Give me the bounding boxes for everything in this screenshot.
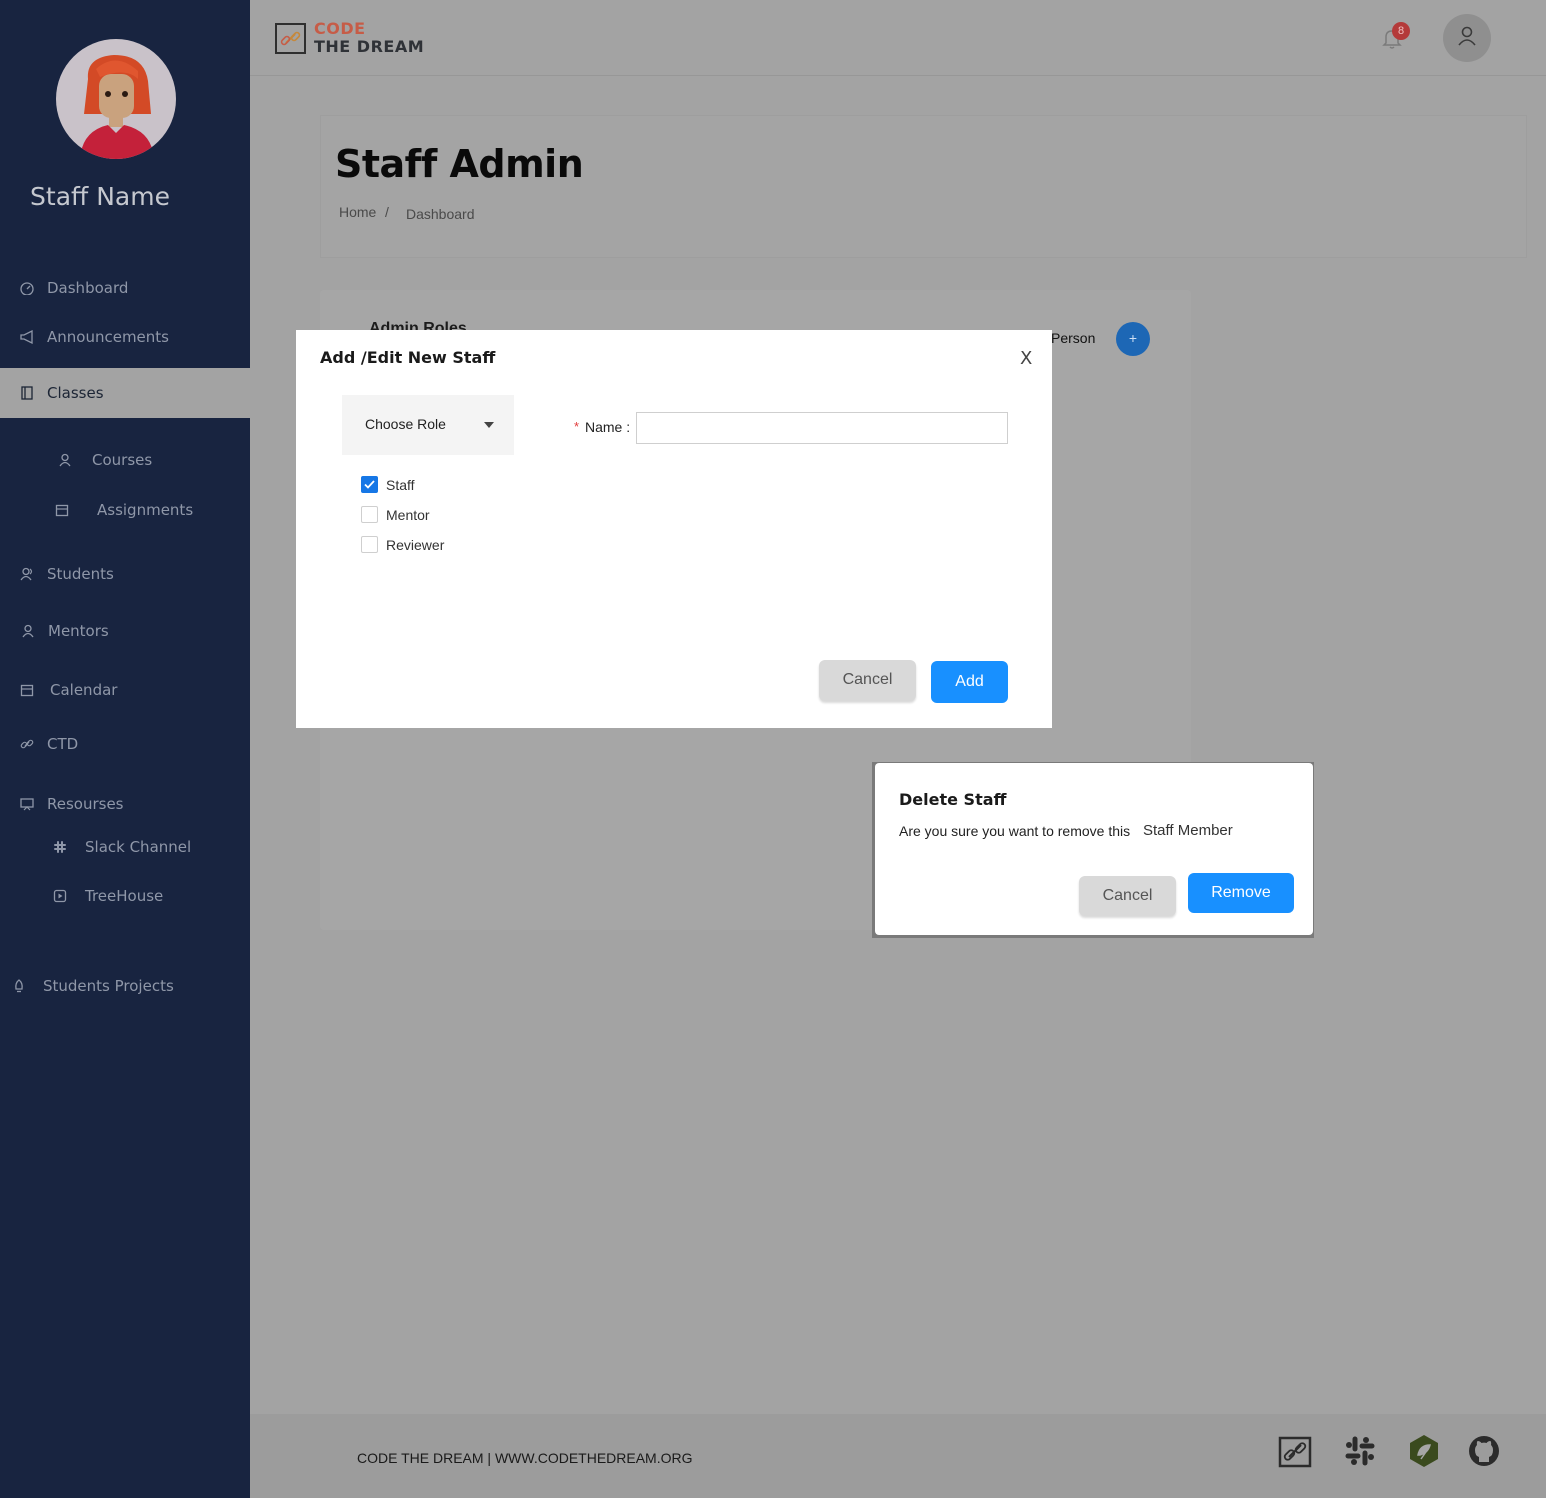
sidebar-item-students-projects[interactable]: Students Projects xyxy=(0,976,250,996)
sidebar-item-label: Classes xyxy=(47,384,104,402)
name-label: Name : xyxy=(585,419,631,435)
page-header-card xyxy=(320,115,1527,258)
sidebar-item-ctd[interactable]: CTD xyxy=(0,734,250,754)
page-title: Staff Admin xyxy=(335,142,584,186)
user-icon xyxy=(1456,25,1478,52)
sidebar-item-label: Mentors xyxy=(48,622,109,640)
role-option-staff[interactable]: Staff xyxy=(361,476,415,493)
staff-name: Staff Name xyxy=(30,182,170,211)
play-icon xyxy=(52,888,68,904)
breadcrumb-current: Dashboard xyxy=(406,206,475,222)
breadcrumb-home[interactable]: Home xyxy=(339,204,376,220)
sidebar-item-resourses[interactable]: Resourses xyxy=(0,794,250,814)
code-the-dream-icon[interactable] xyxy=(1276,1432,1314,1470)
book-icon xyxy=(19,385,35,401)
choose-role-label: Choose Role xyxy=(365,416,446,432)
link-icon xyxy=(19,736,35,752)
name-field[interactable] xyxy=(636,412,1008,444)
sidebar-item-students[interactable]: Students xyxy=(0,564,250,584)
sidebar-item-announcements[interactable]: Announcements xyxy=(0,327,250,347)
role-option-label: Reviewer xyxy=(386,536,445,553)
presentation-icon xyxy=(19,796,35,812)
reviewer-checkbox[interactable] xyxy=(361,536,378,553)
sidebar-item-label: Announcements xyxy=(47,328,169,346)
role-option-reviewer[interactable]: Reviewer xyxy=(361,536,444,553)
delete-dialog-message: Are you sure you want to remove this xyxy=(899,823,1131,839)
top-header xyxy=(250,0,1546,76)
sidebar-item-label: Resourses xyxy=(47,795,124,813)
github-icon[interactable] xyxy=(1465,1432,1503,1470)
sidebar-item-label: CTD xyxy=(47,735,79,753)
role-option-mentor[interactable]: Mentor xyxy=(361,506,430,523)
sidebar-item-label: Courses xyxy=(92,451,153,469)
sidebar-item-classes[interactable]: Classes xyxy=(0,368,250,418)
breadcrumb-separator: / xyxy=(385,204,389,220)
sidebar-item-label: Dashboard xyxy=(47,279,129,297)
modal-title: Add /Edit New Staff xyxy=(320,348,496,367)
sidebar-item-treehouse[interactable]: TreeHouse xyxy=(0,886,250,906)
sidebar-item-label: Students Projects xyxy=(43,977,174,995)
sidebar-item-label: Calendar xyxy=(50,681,118,699)
footer-text: CODE THE DREAM | WWW.CODETHEDREAM.ORG xyxy=(357,1450,693,1466)
users-icon xyxy=(19,566,35,582)
sidebar-item-slack-channel[interactable]: Slack Channel xyxy=(0,837,250,857)
mentor-checkbox[interactable] xyxy=(361,506,378,523)
sidebar-item-mentors[interactable]: Mentors xyxy=(0,621,250,641)
cancel-button[interactable]: Cancel xyxy=(819,660,916,701)
logo-line-1: CODE xyxy=(314,19,366,38)
role-option-label: Mentor xyxy=(386,506,430,523)
add-person-label: Person xyxy=(1051,330,1096,346)
notification-badge: 8 xyxy=(1392,22,1410,40)
staff-checkbox[interactable] xyxy=(361,476,378,493)
user-menu-button[interactable] xyxy=(1443,14,1491,62)
required-marker: * xyxy=(574,419,580,434)
megaphone-icon xyxy=(19,329,35,345)
check-icon xyxy=(364,480,375,489)
sidebar-item-label: TreeHouse xyxy=(85,887,164,905)
close-icon[interactable]: X xyxy=(1020,348,1032,369)
role-option-label: Staff xyxy=(386,476,415,493)
code-the-dream-logo[interactable]: CODE THE DREAM xyxy=(275,20,424,56)
sidebar-item-label: Students xyxy=(47,565,114,583)
dashboard-icon xyxy=(19,280,35,296)
rocket-icon xyxy=(11,978,27,994)
sidebar-item-courses[interactable]: Courses xyxy=(0,450,250,470)
sidebar-item-label: Assignments xyxy=(97,501,194,519)
remove-button[interactable]: Remove xyxy=(1188,873,1294,913)
logo-line-2: THE DREAM xyxy=(314,37,425,56)
sidebar-item-label: Slack Channel xyxy=(85,838,192,856)
user-icon xyxy=(20,623,36,639)
delete-dialog-title: Delete Staff xyxy=(899,790,1007,809)
add-button[interactable]: Add xyxy=(931,661,1008,703)
slack-icon[interactable] xyxy=(1341,1432,1379,1470)
delete-cancel-button[interactable]: Cancel xyxy=(1079,876,1176,916)
add-person-button[interactable]: + xyxy=(1116,322,1150,356)
calendar-icon xyxy=(54,502,70,518)
avatar[interactable] xyxy=(56,39,176,159)
sidebar-item-assignments[interactable]: Assignments xyxy=(0,500,250,520)
calendar-icon xyxy=(19,682,35,698)
sidebar-item-calendar[interactable]: Calendar xyxy=(0,680,250,700)
slack-icon xyxy=(52,839,68,855)
delete-target-name: Staff Member xyxy=(1143,822,1233,839)
logo-mark-icon xyxy=(275,22,306,54)
treehouse-icon[interactable] xyxy=(1405,1432,1443,1470)
sidebar: Staff Name Dashboard Announcements Class… xyxy=(0,0,250,1498)
sidebar-item-dashboard[interactable]: Dashboard xyxy=(0,278,250,298)
user-icon xyxy=(57,452,73,468)
chevron-down-icon xyxy=(484,422,494,428)
